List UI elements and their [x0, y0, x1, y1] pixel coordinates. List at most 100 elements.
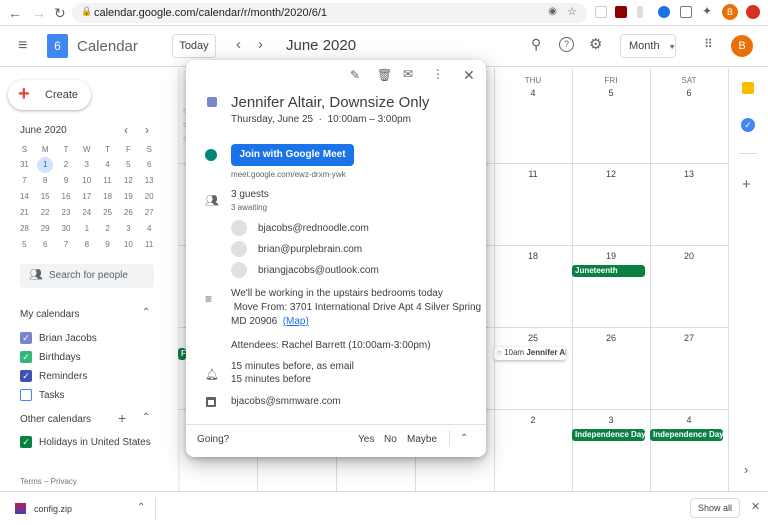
- day-number[interactable]: 11: [494, 169, 572, 179]
- mini-prev-icon[interactable]: ‹: [124, 123, 128, 137]
- join-meet-button[interactable]: Join with Google Meet: [231, 144, 354, 166]
- mini-day[interactable]: 3: [118, 221, 139, 237]
- calendar-item[interactable]: ✓ Birthdays: [20, 349, 81, 365]
- extension-icon[interactable]: [746, 5, 760, 19]
- mini-day[interactable]: 9: [97, 237, 118, 253]
- help-icon[interactable]: ?: [559, 37, 574, 52]
- add-calendar-icon[interactable]: +: [118, 410, 126, 426]
- profile-avatar[interactable]: B: [722, 4, 738, 20]
- mini-next-icon[interactable]: ›: [145, 123, 149, 137]
- mini-day[interactable]: 24: [76, 205, 97, 221]
- meet-link[interactable]: meet.google.com/ewz-drxm-ywk: [231, 170, 346, 179]
- checkbox[interactable]: ✓: [20, 436, 32, 448]
- mini-day[interactable]: 1: [37, 157, 54, 173]
- tasks-icon[interactable]: ✓: [741, 118, 755, 132]
- mini-day[interactable]: 31: [14, 157, 35, 173]
- keep-icon[interactable]: [742, 82, 754, 94]
- bookmark-star-icon[interactable]: ☆: [567, 5, 577, 18]
- day-number[interactable]: 18: [494, 251, 572, 261]
- mini-day[interactable]: 29: [35, 221, 56, 237]
- terms-privacy-link[interactable]: Terms – Privacy: [20, 477, 77, 486]
- download-filename[interactable]: config.zip: [34, 504, 72, 514]
- day-number[interactable]: 4: [650, 415, 728, 425]
- guest-item[interactable]: bjacobs@rednoodle.com: [231, 220, 369, 236]
- day-number[interactable]: 4: [494, 88, 572, 98]
- day-number[interactable]: 27: [650, 333, 728, 343]
- mini-day[interactable]: 4: [97, 157, 118, 173]
- mini-day[interactable]: 2: [56, 157, 77, 173]
- event-chip[interactable]: Independence Day: [650, 429, 723, 441]
- day-number[interactable]: 6: [650, 88, 728, 98]
- edit-pencil-icon[interactable]: ✎: [350, 68, 360, 82]
- rsvp-no-button[interactable]: No: [384, 434, 397, 445]
- reload-icon[interactable]: ↻: [54, 5, 66, 22]
- mini-day[interactable]: 11: [97, 173, 118, 189]
- event-chip-jennifer[interactable]: ○ 10am Jennifer Altair, Downsize Only: [494, 347, 566, 360]
- mini-day[interactable]: 6: [35, 237, 56, 253]
- mini-day[interactable]: 28: [14, 221, 35, 237]
- event-chip[interactable]: Independence Day: [572, 429, 645, 441]
- mini-day[interactable]: 7: [56, 237, 77, 253]
- mini-day[interactable]: 14: [14, 189, 35, 205]
- main-menu-icon[interactable]: ≡: [18, 37, 27, 55]
- search-people-input[interactable]: 👥︎ Search for people: [20, 264, 154, 288]
- mini-day[interactable]: 19: [118, 189, 139, 205]
- tracking-icon[interactable]: ◉: [548, 6, 557, 17]
- day-number[interactable]: 19: [572, 251, 650, 261]
- mini-day[interactable]: 2: [97, 221, 118, 237]
- mini-day[interactable]: 22: [35, 205, 56, 221]
- mini-day[interactable]: 5: [14, 237, 35, 253]
- pdf-extension-icon[interactable]: [615, 6, 627, 18]
- mini-day[interactable]: 26: [118, 205, 139, 221]
- mini-day[interactable]: 8: [35, 173, 56, 189]
- other-calendars-heading[interactable]: Other calendars: [20, 414, 91, 425]
- collapse-chevron-icon[interactable]: ⌃: [142, 412, 150, 423]
- mini-day[interactable]: 8: [76, 237, 97, 253]
- forward-icon[interactable]: →: [32, 5, 46, 21]
- back-icon[interactable]: ←: [8, 5, 22, 21]
- search-icon[interactable]: ⚲: [531, 36, 541, 53]
- camera-extension-icon[interactable]: [680, 6, 692, 18]
- mini-day[interactable]: 3: [76, 157, 97, 173]
- email-guests-icon[interactable]: ✉: [403, 67, 413, 81]
- mini-day[interactable]: 16: [56, 189, 77, 205]
- previous-month-icon[interactable]: ‹: [236, 36, 241, 53]
- mini-day[interactable]: 6: [139, 157, 160, 173]
- calendar-item[interactable]: ✓ Reminders: [20, 368, 87, 384]
- mini-day[interactable]: 13: [139, 173, 160, 189]
- puzzle-extensions-icon[interactable]: ✦: [702, 4, 712, 18]
- delete-trash-icon[interactable]: 🗑︎: [377, 68, 392, 82]
- checkbox[interactable]: ✓: [20, 370, 32, 382]
- view-selector[interactable]: Month ▼: [620, 34, 676, 58]
- rsvp-maybe-button[interactable]: Maybe: [407, 434, 437, 445]
- day-number[interactable]: 3: [572, 415, 650, 425]
- calendar-item[interactable]: ✓ Brian Jacobs: [20, 330, 97, 346]
- checkbox[interactable]: [20, 389, 32, 401]
- checkbox[interactable]: ✓: [20, 332, 32, 344]
- show-all-downloads-button[interactable]: Show all: [690, 498, 740, 518]
- settings-gear-icon[interactable]: ⚙: [589, 35, 602, 53]
- mini-day[interactable]: 4: [139, 221, 160, 237]
- guest-item[interactable]: brian@purplebrain.com: [231, 241, 362, 257]
- day-number[interactable]: 13: [650, 169, 728, 179]
- mini-day[interactable]: 20: [139, 189, 160, 205]
- address-bar[interactable]: 🔒 calendar.google.com/calendar/r/month/2…: [72, 3, 587, 23]
- mini-day[interactable]: 27: [139, 205, 160, 221]
- mini-day[interactable]: 1: [76, 221, 97, 237]
- mini-day[interactable]: 10: [118, 237, 139, 253]
- expand-panel-icon[interactable]: ›: [744, 462, 748, 477]
- mini-day[interactable]: 11: [139, 237, 160, 253]
- day-number[interactable]: 20: [650, 251, 728, 261]
- calendar-item[interactable]: ✓ Holidays in United States: [20, 434, 151, 450]
- account-avatar[interactable]: B: [731, 35, 753, 57]
- calendar-item[interactable]: Tasks: [20, 387, 65, 403]
- day-number[interactable]: 25: [494, 333, 572, 343]
- apps-grid-icon[interactable]: ⠿: [704, 37, 713, 51]
- rsvp-expand-icon[interactable]: ⌃: [460, 433, 468, 444]
- mini-day[interactable]: 17: [76, 189, 97, 205]
- event-chip[interactable]: F: [178, 348, 186, 360]
- day-number[interactable]: 2: [494, 415, 572, 425]
- extension-icon[interactable]: [658, 6, 670, 18]
- day-number[interactable]: 5: [572, 88, 650, 98]
- day-number[interactable]: 26: [572, 333, 650, 343]
